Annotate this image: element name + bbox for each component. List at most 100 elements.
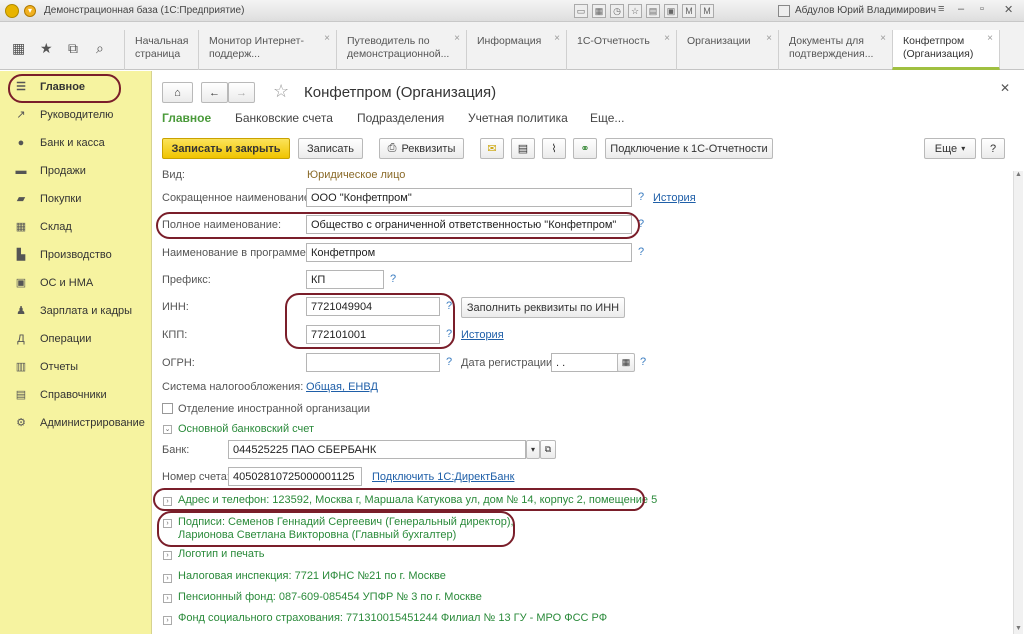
monitor-icon[interactable]: ▭ — [574, 4, 588, 18]
tax-system-link[interactable]: Общая, ЕНВД — [306, 381, 378, 393]
search-icon[interactable]: ⌕ — [96, 40, 104, 57]
tab-documents[interactable]: Документы для подтверждения... × — [778, 30, 892, 70]
history-icon[interactable]: ◷ — [610, 4, 624, 18]
home-button[interactable]: ⌂ — [162, 82, 193, 103]
memory-plus-icon[interactable]: M — [682, 4, 696, 18]
structure-button[interactable]: ⚭ — [573, 138, 597, 159]
close-tab-icon[interactable]: × — [454, 32, 460, 45]
ogrn-input[interactable] — [306, 353, 440, 372]
sidebar-item-production[interactable]: ▙ Производство — [0, 243, 152, 267]
program-name-input[interactable]: Конфетпром — [306, 243, 632, 262]
sidebar-item-catalogs[interactable]: ▤ Справочники — [0, 383, 152, 407]
calc-icon[interactable]: ▦ — [592, 4, 606, 18]
fill-by-inn-button[interactable]: Заполнить реквизиты по ИНН — [461, 297, 625, 318]
favorite-star-icon[interactable]: ☆ — [273, 81, 289, 102]
subnav-accounting-policy[interactable]: Учетная политика — [468, 111, 568, 125]
close-tab-icon[interactable]: × — [880, 32, 886, 45]
help-icon[interactable]: ? — [640, 356, 646, 368]
foreign-branch-checkbox[interactable] — [162, 403, 173, 414]
scroll-up-icon[interactable]: ▲ — [1015, 171, 1022, 178]
save-close-button[interactable]: Записать и закрыть — [162, 138, 290, 159]
sidebar-item-warehouse[interactable]: ▦ Склад — [0, 215, 152, 239]
close-tab-icon[interactable]: × — [324, 32, 330, 45]
current-user[interactable]: Абдулов Юрий Владимирович — [795, 5, 936, 16]
scroll-down-icon[interactable]: ▼ — [1015, 625, 1022, 632]
subnav-divisions[interactable]: Подразделения — [357, 111, 444, 125]
attach-button[interactable]: ⌇ — [542, 138, 566, 159]
expand-icon[interactable]: › — [163, 551, 172, 560]
pension-section[interactable]: Пенсионный фонд: 087-609-085454 УПФР № 3… — [178, 591, 482, 603]
back-button[interactable]: ← — [201, 82, 228, 103]
document-button[interactable]: ▤ — [511, 138, 535, 159]
social-section[interactable]: Фонд социального страхования: 7713100154… — [178, 612, 607, 624]
close-tab-icon[interactable]: × — [766, 32, 772, 45]
menu-icon[interactable]: ≡ — [938, 3, 944, 15]
prefix-input[interactable]: КП — [306, 270, 384, 289]
help-icon[interactable]: ? — [638, 191, 644, 203]
tab-organizations[interactable]: Организации × — [676, 30, 778, 70]
sidebar-item-purchases[interactable]: ▰ Покупки — [0, 187, 152, 211]
sidebar-item-manager[interactable]: ↗ Руководителю — [0, 103, 152, 127]
subnav-bank-accounts[interactable]: Банковские счета — [235, 111, 333, 125]
memory-minus-icon[interactable]: M — [700, 4, 714, 18]
expand-collapse-icon[interactable]: ⌄ — [163, 425, 172, 434]
short-name-input[interactable]: ООО "Конфетпром" — [306, 188, 632, 207]
logo-section[interactable]: Логотип и печать — [178, 548, 264, 560]
account-input[interactable]: 40502810725000001125 — [228, 467, 362, 486]
expand-icon[interactable]: › — [163, 594, 172, 603]
save-button[interactable]: Записать — [298, 138, 363, 159]
bank-dropdown-button[interactable]: ▾ — [526, 440, 540, 459]
close-form-icon[interactable]: ✕ — [1000, 81, 1010, 95]
sidebar-item-sales[interactable]: ▬ Продажи — [0, 159, 152, 183]
sidebar-item-reports[interactable]: ▥ Отчеты — [0, 355, 152, 379]
tab-guide[interactable]: Путеводитель по демонстрационной... × — [336, 30, 466, 70]
tab-reporting[interactable]: 1С-Отчетность × — [566, 30, 676, 70]
connect-reporting-button[interactable]: Подключение к 1С-Отчетности — [605, 138, 773, 159]
sidebar-item-operations[interactable]: Д Операции — [0, 327, 152, 351]
tab-monitor[interactable]: Монитор Интернет-поддерж... × — [198, 30, 336, 70]
sidebar-item-salary[interactable]: ♟ Зарплата и кадры — [0, 299, 152, 323]
mail-button[interactable]: ✉ — [480, 138, 504, 159]
subnav-main[interactable]: Главное — [162, 111, 211, 125]
close-tab-icon[interactable]: × — [664, 32, 670, 45]
calendar-button[interactable]: ▦ — [617, 353, 635, 372]
note-icon[interactable]: ▣ — [664, 4, 678, 18]
app-logo-icon — [5, 3, 19, 18]
subnav-more[interactable]: Еще... — [590, 111, 624, 125]
close-tab-icon[interactable]: × — [554, 32, 560, 45]
reg-date-input[interactable]: . . — [551, 353, 619, 372]
favorites-icon[interactable]: ☆ — [628, 4, 642, 18]
help-icon[interactable]: ? — [390, 273, 396, 285]
sidebar-item-admin[interactable]: ⚙ Администрирование — [0, 411, 152, 435]
tax-office-section[interactable]: Налоговая инспекция: 7721 ИФНС №21 по г.… — [178, 570, 446, 582]
close-window-icon[interactable]: ✕ — [1004, 3, 1013, 16]
expand-icon[interactable]: › — [163, 574, 172, 583]
help-icon[interactable]: ? — [638, 246, 644, 258]
more-button[interactable]: Еще ▾ — [924, 138, 976, 159]
minimize-icon[interactable]: – — [958, 3, 964, 15]
kpp-history-link[interactable]: История — [461, 329, 504, 341]
requisites-button[interactable]: ⎙ Реквизиты — [379, 138, 464, 159]
help-icon[interactable]: ? — [446, 356, 452, 368]
sidebar-item-bank[interactable]: ● Банк и касса — [0, 131, 152, 155]
vertical-scrollbar[interactable]: ▲ ▼ — [1013, 171, 1023, 634]
close-tab-icon[interactable]: × — [987, 32, 993, 45]
calendar-icon[interactable]: ▤ — [646, 4, 660, 18]
tab-home[interactable]: Начальная страница — [124, 30, 194, 70]
forward-button[interactable]: → — [228, 82, 255, 103]
tab-info[interactable]: Информация × — [466, 30, 566, 70]
help-button[interactable]: ? — [981, 138, 1005, 159]
directbank-link[interactable]: Подключить 1С:ДиректБанк — [372, 471, 514, 483]
bank-input[interactable]: 044525225 ПАО СБЕРБАНК — [228, 440, 526, 459]
maximize-icon[interactable]: ▫ — [980, 3, 984, 15]
main-menu-icon[interactable]: ▾ — [24, 4, 36, 17]
copy-icon[interactable]: ⧉ — [68, 40, 78, 57]
short-name-history-link[interactable]: История — [653, 192, 696, 204]
bank-section-title[interactable]: Основной банковский счет — [178, 423, 314, 435]
favorites-star-icon[interactable]: ★ — [40, 40, 53, 57]
sections-grid-icon[interactable]: ▦ — [12, 40, 25, 57]
bank-open-button[interactable]: ⧉ — [540, 440, 556, 459]
sidebar-item-assets[interactable]: ▣ ОС и НМА — [0, 271, 152, 295]
expand-icon[interactable]: › — [163, 616, 172, 625]
tab-konfetprom[interactable]: Конфетпром (Организация) × — [892, 30, 1000, 70]
